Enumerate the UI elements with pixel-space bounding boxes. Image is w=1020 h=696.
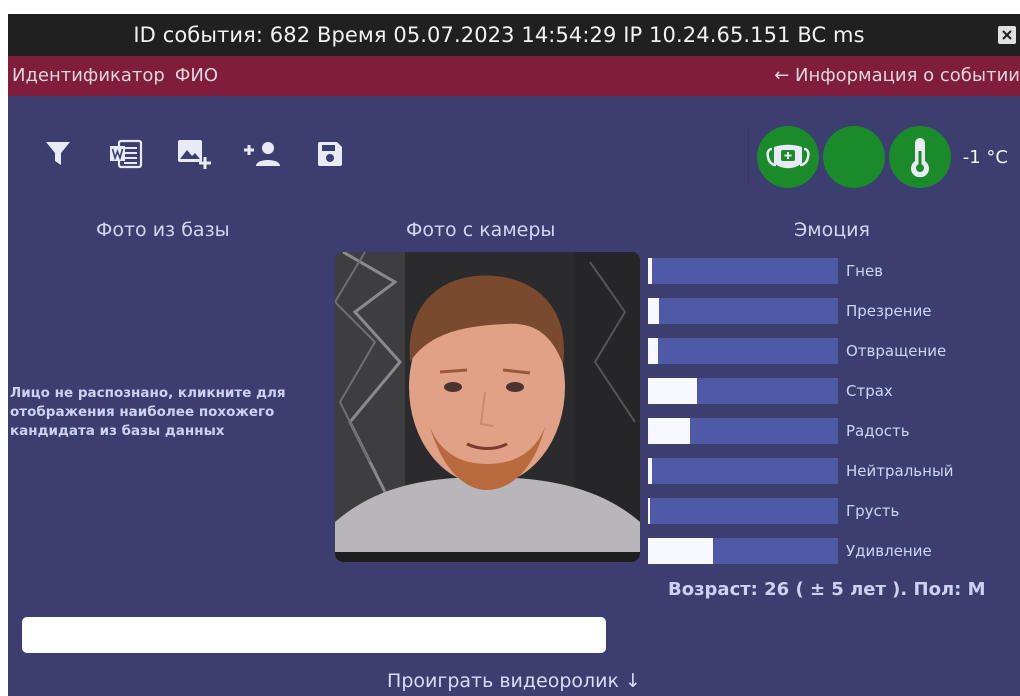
- db-photo-title: Фото из базы: [96, 219, 230, 241]
- medical-mask-icon: [766, 144, 810, 169]
- emotion-title: Эмоция: [794, 219, 870, 241]
- emotion-label: Презрение: [846, 302, 932, 320]
- camera-photo: [335, 252, 640, 562]
- emotion-bar: [648, 378, 838, 404]
- status-indicators: -1 °C: [747, 124, 1010, 190]
- add-image-icon: [178, 140, 211, 169]
- title-bar: ID события: 682 Время 05.07.2023 14:54:2…: [8, 14, 1020, 56]
- emotion-bar: [648, 538, 838, 564]
- export-word-button[interactable]: [106, 134, 146, 174]
- emotion-label: Радость: [846, 422, 910, 440]
- secondary-indicator: [822, 126, 885, 188]
- emotion-label: Страх: [846, 382, 893, 400]
- event-title: ID события: 682 Время 05.07.2023 14:54:2…: [133, 23, 865, 47]
- add-image-button[interactable]: [174, 134, 214, 174]
- nav-bar: Идентификатор ФИО ← Информация о событии: [8, 56, 1020, 96]
- emotion-bar: [648, 338, 838, 364]
- emotion-label: Отвращение: [846, 342, 947, 360]
- emotion-bar: [648, 458, 838, 484]
- emotion-row: Удивление: [646, 538, 986, 578]
- save-icon: [318, 142, 342, 166]
- divider: [747, 130, 749, 184]
- emotion-label: Грусть: [846, 502, 900, 520]
- age-gender-text: Возраст: 26 ( ± 5 лет ). Пол: М: [668, 579, 986, 600]
- save-button[interactable]: [310, 134, 350, 174]
- emotion-row: Грусть: [646, 498, 986, 538]
- word-document-icon: [110, 139, 143, 169]
- temperature-indicator: [888, 126, 951, 188]
- emotion-list: Гнев Презрение Отвращение Страх Радость Нейтр…: [646, 258, 986, 578]
- emotion-label: Нейтральный: [846, 462, 954, 480]
- temperature-value: -1 °C: [962, 146, 1008, 168]
- emotion-row: Радость: [646, 418, 986, 458]
- emotion-label: Удивление: [846, 542, 932, 560]
- add-person-icon: [244, 142, 280, 166]
- emotion-bar-fill: [648, 258, 652, 284]
- emotion-bar: [648, 498, 838, 524]
- emotion-row: Нейтральный: [646, 458, 986, 498]
- emotion-bar-fill: [648, 338, 658, 364]
- emotion-bar-fill: [648, 498, 650, 524]
- emotion-bar: [648, 258, 838, 284]
- emotion-row: Страх: [646, 378, 986, 418]
- close-icon: [1002, 30, 1012, 40]
- mask-indicator: [756, 126, 819, 188]
- tab-identifier[interactable]: Идентификатор: [12, 56, 165, 96]
- emotion-label: Гнев: [846, 262, 884, 280]
- emotion-bar-fill: [648, 378, 698, 404]
- emotion-row: Презрение: [646, 298, 986, 338]
- close-button[interactable]: [998, 26, 1016, 44]
- emotion-bar-fill: [648, 418, 690, 444]
- event-info-link[interactable]: ← Информация о событии: [774, 56, 1020, 96]
- emotion-bar-fill: [648, 298, 660, 324]
- emotion-bar: [648, 298, 838, 324]
- camera-photo-title: Фото с камеры: [406, 219, 556, 241]
- event-window: ID события: 682 Время 05.07.2023 14:54:2…: [8, 14, 1020, 696]
- emotion-bar: [648, 418, 838, 444]
- emotion-row: Отвращение: [646, 338, 986, 378]
- filter-button[interactable]: [38, 134, 78, 174]
- unrecognized-notice[interactable]: Лицо не распознано, кликните для отображ…: [10, 384, 340, 441]
- play-video-link[interactable]: Проиграть видеоролик ↓: [8, 670, 1020, 692]
- tab-fio[interactable]: ФИО: [175, 56, 218, 96]
- emotion-bar-fill: [648, 538, 713, 564]
- filter-icon: [46, 142, 70, 165]
- thermometer-icon: [910, 138, 929, 177]
- progress-bar: [22, 617, 606, 653]
- emotion-row: Гнев: [646, 258, 986, 298]
- emotion-bar-fill: [648, 458, 652, 484]
- toolbar: [38, 132, 378, 176]
- add-person-button[interactable]: [242, 134, 282, 174]
